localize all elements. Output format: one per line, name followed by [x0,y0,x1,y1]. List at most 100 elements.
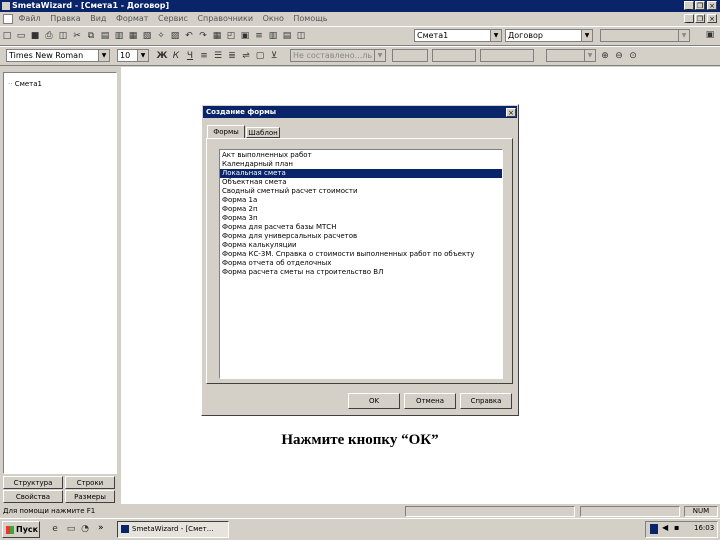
open-icon[interactable]: ▭ [15,30,27,42]
doc-restore-icon[interactable]: ❐ [695,14,705,23]
bold-button[interactable]: Ж [156,50,168,62]
window-icon[interactable]: ◰ [225,30,237,42]
save-icon[interactable]: ■ [29,30,41,42]
dogovor-combo-value: Договор [508,31,543,40]
dialog-title: Создание формы [203,106,517,118]
paste-icon[interactable]: ▤ [99,30,111,42]
task-button-smetawizard[interactable]: SmetaWizard - [Смет... [117,521,229,538]
menu-edit[interactable]: Правка [50,14,80,23]
font-name-combo[interactable]: Times New Roman ▼ [6,49,110,62]
start-button[interactable]: Пуск [2,521,40,538]
menu-references[interactable]: Справочники [197,14,253,23]
align-right-icon[interactable]: ≣ [226,50,238,62]
chevron-down-icon[interactable]: ▼ [98,50,109,61]
font-size-combo[interactable]: 10 ▼ [117,49,149,62]
tab-structure[interactable]: Структура [3,476,63,489]
calc-icon[interactable]: ▣ [239,30,251,42]
help-button[interactable]: Справка [460,393,512,409]
menu-window[interactable]: Окно [263,14,284,23]
cut-icon[interactable]: ✂ [71,30,83,42]
doc-icon [3,13,13,24]
align-left-icon[interactable]: ≡ [198,50,210,62]
dogovor-combo[interactable]: Договор ▼ [505,29,593,42]
list-item[interactable]: Форма отчета об отделочных [220,259,502,268]
list-item[interactable]: Акт выполненных работ [220,151,502,160]
form-list[interactable]: Акт выполненных работ Календарный план Лок… [219,149,503,379]
list-item[interactable]: Форма для универсальных расчетов [220,232,502,241]
cancel-button[interactable]: Отмена [404,393,456,409]
chevron-down-icon[interactable]: ▼ [581,30,592,41]
insert-icon[interactable]: ▥ [113,30,125,42]
list-item[interactable]: Локальная смета [220,169,502,178]
menu-view[interactable]: Вид [90,14,106,23]
list-item[interactable]: Форма 1а [220,196,502,205]
delete-icon[interactable]: ▦ [127,30,139,42]
table-icon[interactable]: ▦ [211,30,223,42]
chart-icon[interactable]: ▥ [267,30,279,42]
zoom-combo: ▼ [546,49,596,62]
dialog-close-icon[interactable]: × [506,108,516,117]
ie-icon[interactable]: e [49,523,61,535]
list-item[interactable]: Форма 2п [220,205,502,214]
list-item[interactable]: Сводный сметный расчет стоимости [220,187,502,196]
redo-icon[interactable]: ↷ [197,30,209,42]
tab-sizes[interactable]: Размеры [65,490,115,503]
smeta-combo[interactable]: Смета1 ▼ [414,29,502,42]
tab-rows[interactable]: Строки [65,476,115,489]
tray-app-icon[interactable] [650,524,658,534]
structure-tree[interactable]: ·· Смета1 [3,72,117,474]
volume-icon[interactable]: ◀ [662,523,668,532]
menu-file[interactable]: Файл [19,14,41,23]
network-icon[interactable]: ▪ [674,523,679,532]
underline-button[interactable]: Ч [184,50,196,62]
app-icon [2,2,10,10]
props-icon[interactable]: ▤ [281,30,293,42]
ok-button[interactable]: OK [348,393,400,409]
tab-forms[interactable]: Формы [207,125,245,138]
minimize-icon[interactable]: _ [684,1,694,10]
menu-help[interactable]: Помощь [293,14,327,23]
doc-close-icon[interactable]: × [707,14,717,23]
list-item[interactable]: Форма КС-3М. Справка о стоимости выполне… [220,250,502,259]
tab-template[interactable]: Шаблон [246,127,280,138]
undo-icon[interactable]: ↶ [183,30,195,42]
border-icon[interactable]: ▢ [254,50,266,62]
desktop-icon[interactable]: ▭ [65,523,77,535]
list-item[interactable]: Календарный план [220,160,502,169]
tab-properties[interactable]: Свойства [3,490,63,503]
menu-format[interactable]: Формат [116,14,148,23]
tool2-icon[interactable]: ▨ [169,30,181,42]
chevron-right-icon[interactable]: » [98,523,104,533]
chevron-down-icon[interactable]: ▼ [137,50,148,61]
menu-service[interactable]: Сервис [158,14,188,23]
close-icon[interactable]: × [707,1,717,10]
doc-minimize-icon[interactable]: _ [684,14,694,23]
outlook-icon[interactable]: ◔ [79,523,91,535]
copy-icon[interactable]: ⧉ [85,30,97,42]
new-icon[interactable]: □ [1,30,13,42]
list-item[interactable]: Форма 3п [220,214,502,223]
list-item[interactable]: Форма расчета сметы на строительство ВЛ [220,268,502,277]
tool-icon[interactable]: ▧ [141,30,153,42]
wrap-icon[interactable]: ⇌ [240,50,252,62]
list-item[interactable]: Форма калькуляции [220,241,502,250]
align-center-icon[interactable]: ☰ [212,50,224,62]
status-bar: Для помощи нажмите F1 NUM [0,505,720,518]
layout-icon[interactable]: ◫ [295,30,307,42]
start-label: Пуск [16,525,39,534]
print-icon[interactable]: ⎙ [43,30,55,42]
toolbar-extra-icon[interactable]: ▣ [704,29,716,41]
zoom-in-icon[interactable]: ⊕ [599,50,611,62]
tree-item[interactable]: ·· Смета1 [8,80,42,88]
italic-button[interactable]: К [170,50,182,62]
chevron-down-icon[interactable]: ▼ [490,30,501,41]
wand-icon[interactable]: ✧ [155,30,167,42]
list-icon[interactable]: ≡ [253,30,265,42]
preview-icon[interactable]: ◫ [57,30,69,42]
filter-icon[interactable]: ⊻ [268,50,280,62]
list-item[interactable]: Форма для расчета базы МТСН [220,223,502,232]
list-item[interactable]: Объектная смета [220,178,502,187]
zoom-fit-icon[interactable]: ⊙ [627,50,639,62]
zoom-out-icon[interactable]: ⊖ [613,50,625,62]
maximize-icon[interactable]: ❐ [695,1,705,10]
